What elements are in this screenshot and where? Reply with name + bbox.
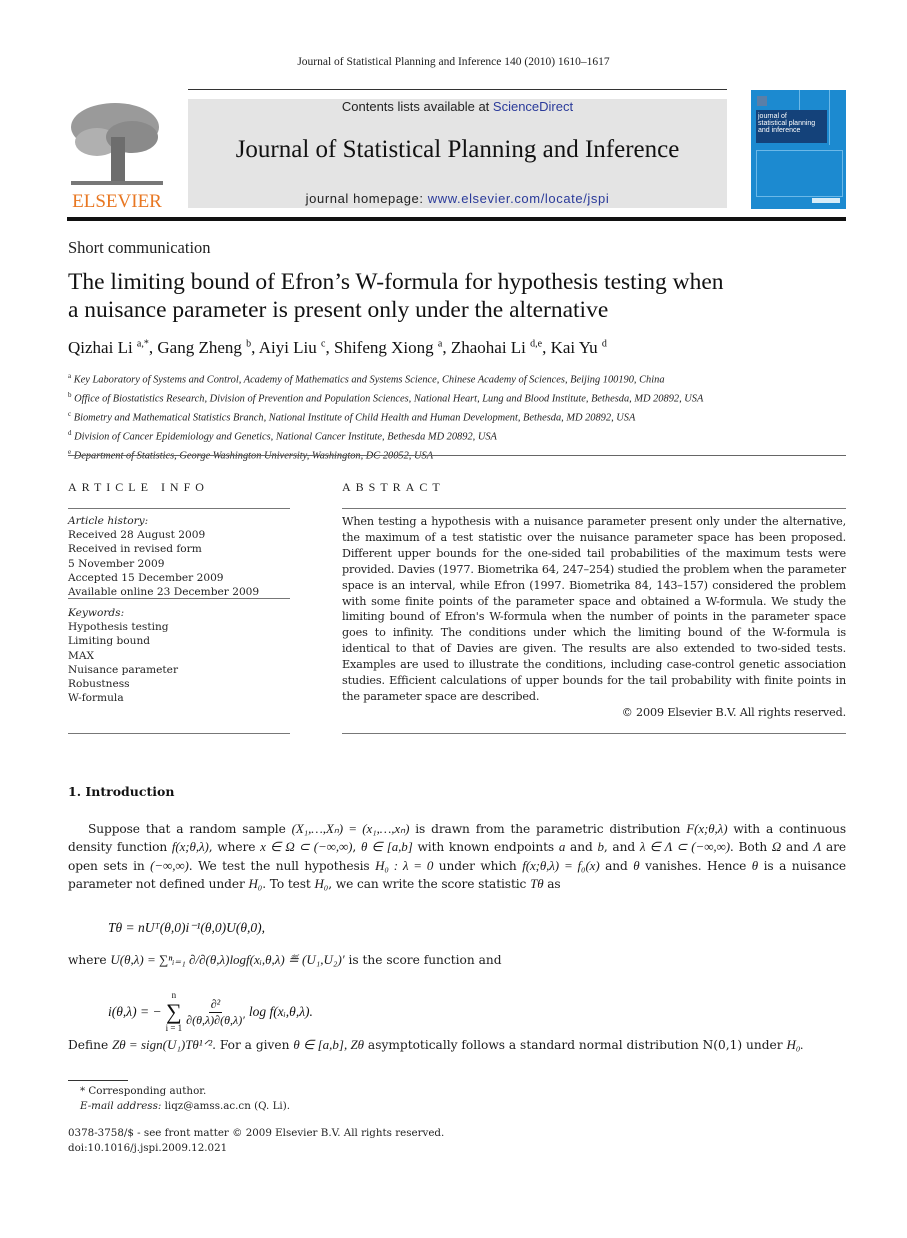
contents-line: Contents lists available at ScienceDirec… — [188, 99, 727, 114]
title-line: The limiting bound of Efron’s W-formula … — [68, 269, 724, 295]
abstract-heading: ABSTRACT — [342, 480, 445, 494]
equation: Tθ = nUᵀ(θ,0)i⁻¹(θ,0)U(θ,0), — [108, 920, 266, 935]
divider — [68, 508, 290, 509]
cover-emblem-icon — [757, 96, 767, 106]
abstract: When testing a hypothesis with a nuisanc… — [342, 514, 846, 721]
author[interactable]: Zhaohai Li d,e — [451, 338, 542, 357]
elsevier-logo[interactable]: ELSEVIER — [67, 97, 167, 212]
author[interactable]: Kai Yu d — [551, 338, 607, 357]
article-type: Short communication — [68, 238, 211, 257]
history-item: Accepted 15 December 2009 — [68, 571, 224, 584]
article-title: The limiting bound of Efron’s W-formula … — [68, 268, 848, 324]
footnotes: * Corresponding author. E-mail address: … — [80, 1084, 290, 1114]
divider — [68, 733, 290, 734]
title-line: a nuisance parameter is present only und… — [68, 297, 609, 323]
front-matter: 0378-3758/$ - see front matter © 2009 El… — [68, 1126, 444, 1155]
paragraph: Define Zθ = sign(U₁)Tθ¹ᐟ². For a given θ… — [68, 1037, 804, 1052]
header-rule — [188, 89, 727, 90]
author-list: Qizhai Li a,*, Gang Zheng b, Aiyi Liu c,… — [68, 338, 607, 357]
cover-frame — [756, 150, 843, 197]
keyword[interactable]: W-formula — [68, 691, 290, 705]
section-heading: 1. Introduction — [68, 784, 175, 799]
cover-title: journal of statistical planning and infe… — [758, 113, 815, 134]
keywords-label: Keywords: — [68, 607, 125, 619]
author[interactable]: Shifeng Xiong a — [334, 338, 442, 357]
corresponding-author-note: * Corresponding author. — [80, 1085, 207, 1097]
elsevier-tree-icon: ELSEVIER — [71, 103, 163, 212]
affiliation: a Key Laboratory of Systems and Control,… — [68, 372, 665, 386]
author[interactable]: Aiyi Liu c — [259, 338, 326, 357]
author-affil-sup[interactable]: d,e — [530, 338, 542, 349]
journal-homepage: journal homepage: www.elsevier.com/locat… — [188, 191, 727, 206]
keyword[interactable]: Hypothesis testing — [68, 620, 290, 634]
journal-name: Journal of Statistical Planning and Infe… — [235, 136, 680, 163]
keyword[interactable]: Robustness — [68, 677, 290, 691]
homepage-link[interactable]: www.elsevier.com/locate/jspi — [428, 191, 610, 206]
article-info-heading: ARTICLE INFO — [68, 480, 209, 494]
cover-title-line: and inference — [758, 127, 801, 134]
email-link[interactable]: liqz@amss.ac.cn (Q. Li). — [161, 1100, 290, 1112]
sciencedirect-link[interactable]: ScienceDirect — [493, 99, 573, 114]
issn-line: 0378-3758/$ - see front matter © 2009 El… — [68, 1127, 445, 1139]
cover-title-line: journal of — [758, 113, 787, 120]
footnote-rule — [68, 1080, 128, 1081]
keyword[interactable]: Nuisance parameter — [68, 663, 290, 677]
affiliation-list: a Key Laboratory of Systems and Control,… — [68, 369, 858, 463]
cover-decoration — [799, 90, 800, 110]
section-divider — [68, 455, 846, 456]
affiliation: d Division of Cancer Epidemiology and Ge… — [68, 428, 497, 443]
affiliation: e Department of Statistics, George Washi… — [68, 447, 433, 461]
author[interactable]: Qizhai Li a,* — [68, 338, 149, 357]
history-label: Article history: — [68, 515, 149, 527]
journal-cover-thumbnail[interactable]: journal of statistical planning and infe… — [751, 90, 846, 209]
doi[interactable]: doi:10.1016/j.jspi.2009.12.021 — [68, 1141, 444, 1156]
divider — [342, 733, 846, 734]
divider — [68, 598, 290, 599]
elsevier-wordmark: ELSEVIER — [72, 191, 162, 209]
history-item: Received 28 August 2009 — [68, 529, 206, 542]
contents-prefix: Contents lists available at — [341, 99, 493, 114]
history-item: Received in revised form — [68, 543, 202, 556]
keywords: Keywords: Hypothesis testing Limiting bo… — [68, 606, 290, 705]
abstract-copyright: © 2009 Elsevier B.V. All rights reserved… — [621, 705, 847, 719]
running-head: Journal of Statistical Planning and Infe… — [297, 56, 610, 68]
equation: i(θ,λ) = − n ∑ i = 1 ∂² ∂(θ,λ)∂(θ,λ)′ lo… — [108, 990, 313, 1033]
keyword[interactable]: MAX — [68, 649, 290, 663]
affiliation: c Biometry and Mathematical Statistics B… — [68, 409, 636, 424]
paragraph: where U(θ,λ) = ∑ⁿᵢ₌₁ ∂/∂(θ,λ)logf(xᵢ,θ,λ… — [68, 952, 502, 967]
cover-publisher-mark-icon — [812, 198, 840, 203]
homepage-prefix: journal homepage: — [305, 191, 428, 206]
abstract-text: When testing a hypothesis with a nuisanc… — [342, 515, 846, 703]
author-affil-sup[interactable]: d — [602, 338, 607, 349]
article-history: Article history: Received 28 August 2009… — [68, 514, 290, 599]
affiliation: b Office of Biostatistics Research, Divi… — [68, 390, 704, 405]
cover-decoration — [829, 90, 830, 145]
email-note: E-mail address: liqz@amss.ac.cn (Q. Li). — [80, 1100, 291, 1112]
cover-title-line: statistical planning — [758, 120, 816, 127]
masthead-rule — [67, 217, 846, 221]
divider — [342, 508, 846, 509]
author-affil-sup[interactable]: a,* — [137, 338, 149, 349]
keyword[interactable]: Limiting bound — [68, 634, 290, 648]
history-item: 5 November 2009 — [68, 557, 165, 570]
author[interactable]: Gang Zheng b — [157, 338, 251, 357]
paragraph: Suppose that a random sample (X₁,…,Xₙ) =… — [68, 821, 846, 892]
